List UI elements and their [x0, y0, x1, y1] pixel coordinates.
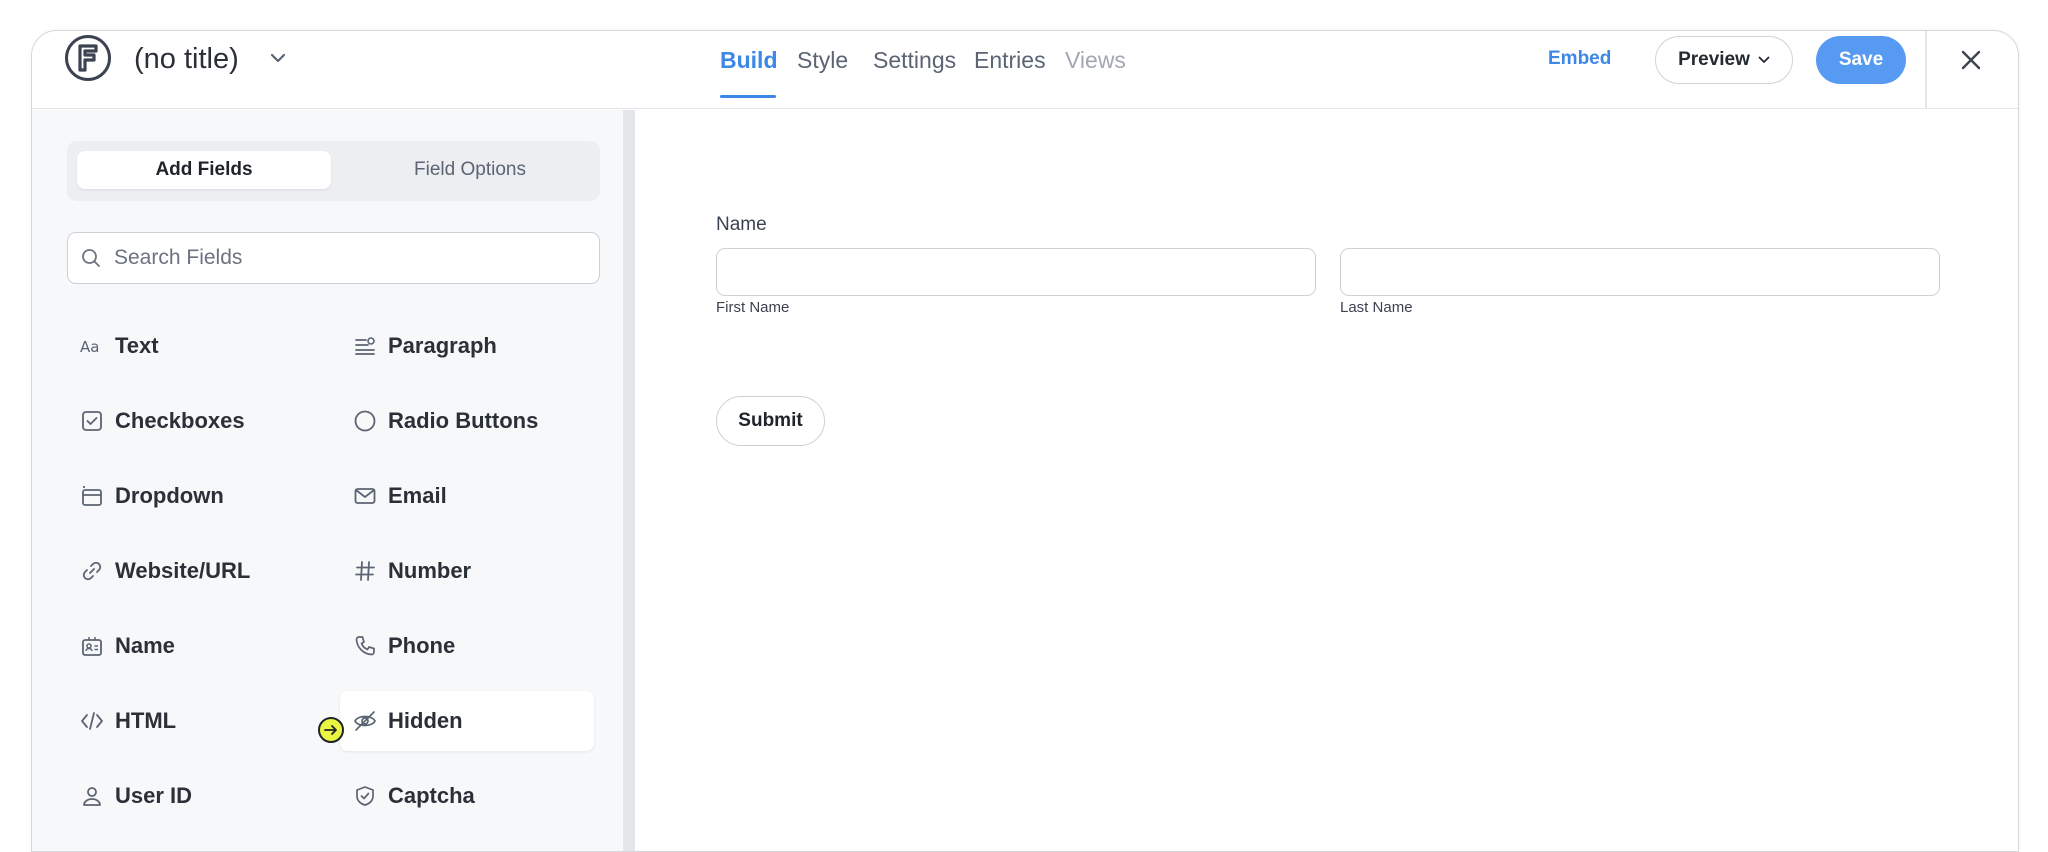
field-label: Hidden [388, 708, 463, 733]
field-label: Dropdown [115, 483, 224, 508]
drag-cursor-icon [318, 717, 344, 743]
sidebar-segmented-control: Add Fields Field Options [67, 141, 600, 201]
field-label: Checkboxes [115, 408, 245, 433]
radio-icon [352, 408, 378, 434]
preview-button-label: Preview [1678, 49, 1750, 70]
field-label: Captcha [388, 783, 475, 808]
field-website-url[interactable]: Website/URL [67, 541, 321, 601]
field-label: Phone [388, 633, 456, 658]
tab-views[interactable]: Views [1065, 47, 1126, 74]
sidebar-scrollbar[interactable] [623, 110, 633, 851]
tab-add-fields[interactable]: Add Fields [77, 151, 331, 189]
field-label: Number [388, 558, 472, 583]
search-fields[interactable] [67, 232, 600, 284]
link-icon [79, 558, 105, 584]
field-email[interactable]: Email [340, 466, 594, 526]
email-icon [352, 483, 378, 509]
text-aa-icon: Aa [79, 333, 105, 359]
field-name[interactable]: Name [67, 616, 321, 676]
shield-icon [352, 783, 378, 809]
tab-style[interactable]: Style [797, 47, 848, 74]
dropdown-icon [79, 483, 105, 509]
hash-icon [352, 558, 378, 584]
form-canvas: Name First Name Last Name Submit [635, 110, 2018, 851]
close-icon[interactable] [1956, 45, 1986, 75]
tab-settings[interactable]: Settings [873, 47, 956, 74]
field-user-id[interactable]: User ID [67, 766, 321, 826]
field-label: Paragraph [388, 333, 497, 358]
tab-build[interactable]: Build [720, 47, 778, 98]
active-tab-underline [720, 95, 776, 98]
svg-text:Aa: Aa [80, 338, 99, 356]
last-name-sublabel: Last Name [1340, 299, 1413, 316]
last-name-input[interactable] [1340, 248, 1940, 296]
field-hidden[interactable]: Hidden [340, 691, 594, 751]
field-label: Text [115, 333, 159, 358]
search-input[interactable] [112, 233, 586, 283]
first-name-input[interactable] [716, 248, 1316, 296]
field-checkboxes[interactable]: Checkboxes [67, 391, 321, 451]
field-label: Website/URL [115, 558, 251, 583]
field-label: HTML [115, 708, 177, 733]
checkbox-icon [79, 408, 105, 434]
header-divider [1925, 31, 1927, 108]
tab-entries[interactable]: Entries [974, 47, 1046, 74]
first-name-sublabel: First Name [716, 299, 790, 316]
id-card-icon [79, 633, 105, 659]
form-builder-window: (no title) Build Style Settings Entries … [31, 30, 2019, 852]
field-dropdown[interactable]: Dropdown [67, 466, 321, 526]
phone-icon [352, 633, 378, 659]
save-button[interactable]: Save [1816, 36, 1906, 84]
search-icon [82, 249, 100, 267]
paragraph-icon [352, 333, 378, 359]
field-label: User ID [115, 783, 193, 808]
tab-field-options[interactable]: Field Options [343, 151, 597, 189]
submit-button[interactable]: Submit [716, 396, 825, 446]
user-icon [79, 783, 105, 809]
field-radio-buttons[interactable]: Radio Buttons [340, 391, 594, 451]
field-phone[interactable]: Phone [340, 616, 594, 676]
field-html[interactable]: HTML [67, 691, 321, 751]
field-paragraph[interactable]: Paragraph [340, 316, 594, 376]
name-field-label: Name [716, 214, 767, 235]
field-label: Name [115, 633, 175, 658]
top-bar: (no title) Build Style Settings Entries … [32, 31, 2018, 109]
formidable-logo-icon[interactable] [65, 35, 111, 81]
field-text[interactable]: Aa Text [67, 316, 321, 376]
form-title[interactable]: (no title) [134, 43, 239, 76]
field-label: Email [388, 483, 447, 508]
field-label: Radio Buttons [388, 408, 539, 433]
preview-button[interactable]: Preview [1655, 36, 1793, 84]
field-captcha[interactable]: Captcha [340, 766, 594, 826]
chevron-down-icon[interactable] [265, 45, 291, 71]
chevron-down-icon [1758, 56, 1770, 63]
code-icon [79, 708, 105, 734]
eye-off-icon [352, 708, 378, 734]
field-number[interactable]: Number [340, 541, 594, 601]
embed-button[interactable]: Embed [1548, 48, 1611, 70]
